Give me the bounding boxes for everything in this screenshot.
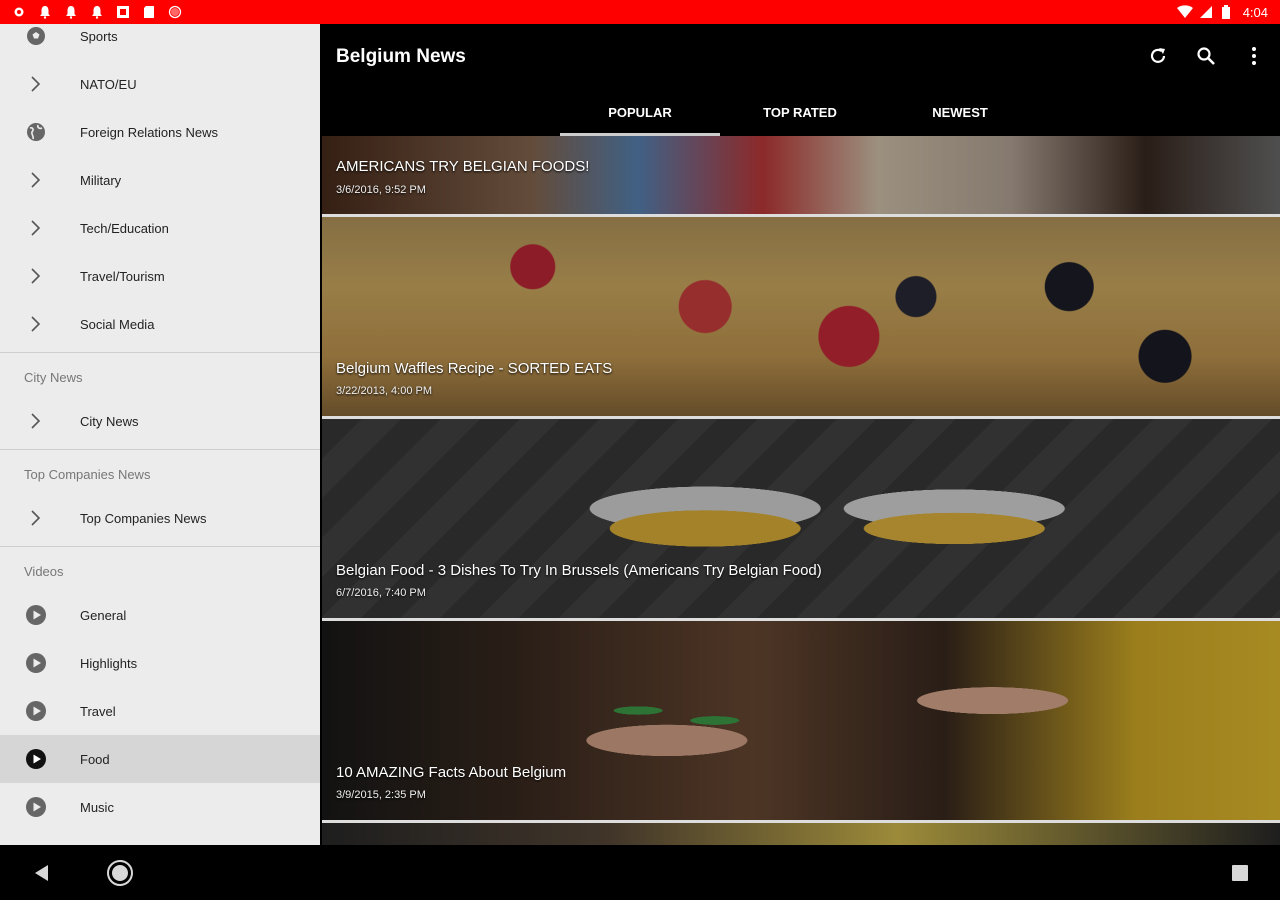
drawer-item-travel-tourism[interactable]: Travel/Tourism	[0, 252, 320, 300]
photo-icon	[116, 5, 130, 19]
divider	[0, 546, 320, 547]
page-title: Belgium News	[336, 46, 466, 67]
section-header-city-news: City News	[24, 369, 83, 385]
drawer-item-top-companies[interactable]: Top Companies News	[0, 494, 320, 542]
drawer-item-general[interactable]: General	[0, 591, 320, 639]
drawer-item-food[interactable]: Food	[0, 735, 320, 783]
notification-icon	[64, 5, 78, 19]
video-card[interactable]	[322, 823, 1280, 845]
video-date: 3/6/2016, 9:52 PM	[336, 184, 426, 196]
video-title: Belgian Food - 3 Dishes To Try In Brusse…	[336, 562, 822, 579]
divider	[0, 352, 320, 353]
navigation-drawer: Sports NATO/EU Foreign Relations News Mi…	[0, 24, 320, 845]
drawer-item-label: Tech/Education	[80, 220, 169, 236]
drawer-item-sports[interactable]: Sports	[0, 24, 320, 60]
notification-icon	[38, 5, 52, 19]
drawer-item-label: City News	[80, 413, 139, 429]
drawer-item-label: Food	[80, 751, 110, 767]
video-date: 3/22/2013, 4:00 PM	[336, 385, 433, 397]
main-content: Belgium News POPULAR TOP RATED NEWEST AM…	[320, 24, 1280, 845]
video-date: 3/9/2015, 2:35 PM	[336, 789, 426, 801]
sd-card-icon	[142, 5, 156, 19]
system-navigation-bar	[0, 845, 1280, 900]
video-card[interactable]: Belgium Waffles Recipe - SORTED EATS 3/2…	[322, 217, 1280, 419]
video-card[interactable]: AMERICANS TRY BELGIAN FOODS! 3/6/2016, 9…	[322, 136, 1280, 217]
play-circle-icon	[24, 795, 48, 819]
drawer-item-tech-education[interactable]: Tech/Education	[0, 204, 320, 252]
globe-icon	[24, 120, 48, 144]
notification-icons	[12, 5, 182, 19]
drawer-item-city-news[interactable]: City News	[0, 397, 320, 445]
soccer-ball-icon	[24, 24, 48, 48]
section-header-videos: Videos	[24, 563, 64, 579]
drawer-item-music[interactable]: Music	[0, 783, 320, 831]
play-circle-icon	[24, 699, 48, 723]
drawer-item-label: General	[80, 607, 127, 623]
play-circle-icon	[24, 603, 48, 627]
notification-icon	[90, 5, 104, 19]
play-circle-icon	[24, 747, 48, 771]
tab-bar: POPULAR TOP RATED NEWEST	[320, 88, 1280, 136]
drawer-item-label: Travel/Tourism	[80, 268, 165, 284]
drawer-item-label: Sports	[80, 28, 118, 44]
app-bar-actions	[1146, 44, 1266, 68]
chevron-right-icon	[24, 72, 48, 96]
back-icon[interactable]	[28, 859, 56, 887]
divider	[0, 449, 320, 450]
search-icon[interactable]	[1194, 44, 1218, 68]
video-title: 10 AMAZING Facts About Belgium	[336, 764, 567, 781]
video-feed: AMERICANS TRY BELGIAN FOODS! 3/6/2016, 9…	[320, 136, 1280, 845]
drawer-item-highlights[interactable]: Highlights	[0, 639, 320, 687]
chevron-right-icon	[24, 312, 48, 336]
drawer-item-label: Military	[80, 172, 122, 188]
home-icon[interactable]	[106, 859, 134, 887]
status-bar: 4:04	[0, 0, 1280, 24]
video-title: AMERICANS TRY BELGIAN FOODS!	[336, 158, 590, 175]
drawer-item-label: Highlights	[80, 655, 138, 671]
drawer-item-social-media[interactable]: Social Media	[0, 300, 320, 348]
drawer-item-travel[interactable]: Travel	[0, 687, 320, 735]
app-bar: Belgium News POPULAR TOP RATED NEWEST	[320, 24, 1280, 136]
chevron-right-icon	[24, 506, 48, 530]
chevron-right-icon	[24, 216, 48, 240]
chevron-right-icon	[24, 264, 48, 288]
signal-icon	[1199, 5, 1213, 19]
tab-newest[interactable]: NEWEST	[880, 88, 1040, 136]
drawer-item-label: NATO/EU	[80, 76, 137, 92]
drawer-item-military[interactable]: Military	[0, 156, 320, 204]
drawer-item-label: Foreign Relations News	[80, 124, 219, 140]
play-circle-icon	[24, 651, 48, 675]
drawer-item-foreign-relations[interactable]: Foreign Relations News	[0, 108, 320, 156]
clock: 4:04	[1242, 4, 1268, 20]
tab-popular[interactable]: POPULAR	[560, 88, 720, 136]
recents-icon[interactable]	[1226, 859, 1254, 887]
wifi-icon	[1176, 5, 1193, 19]
more-vert-icon[interactable]	[1242, 44, 1266, 68]
tab-top-rated[interactable]: TOP RATED	[720, 88, 880, 136]
refresh-icon[interactable]	[1146, 44, 1170, 68]
record-icon	[168, 5, 182, 19]
video-title: Belgium Waffles Recipe - SORTED EATS	[336, 360, 613, 377]
video-date: 6/7/2016, 7:40 PM	[336, 587, 426, 599]
section-header-top-companies: Top Companies News	[24, 466, 151, 482]
drawer-item-label: Music	[80, 799, 114, 815]
drawer-item-label: Social Media	[80, 316, 155, 332]
drawer-item-nato-eu[interactable]: NATO/EU	[0, 60, 320, 108]
chevron-right-icon	[24, 409, 48, 433]
battery-icon	[1221, 5, 1235, 19]
drawer-item-label: Travel	[80, 703, 116, 719]
chevron-right-icon	[24, 168, 48, 192]
video-card[interactable]: Belgian Food - 3 Dishes To Try In Brusse…	[322, 419, 1280, 621]
settings-icon	[12, 5, 26, 19]
system-status: 4:04	[1176, 4, 1268, 20]
video-card[interactable]: 10 AMAZING Facts About Belgium 3/9/2015,…	[322, 621, 1280, 823]
drawer-item-label: Top Companies News	[80, 510, 207, 526]
